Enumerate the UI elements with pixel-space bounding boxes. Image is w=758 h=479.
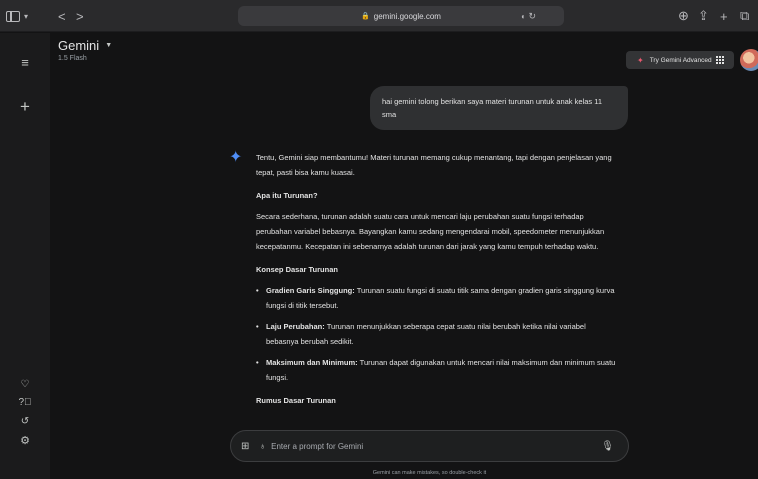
user-message: hai gemini tolong berikan saya materi tu… — [370, 86, 628, 130]
help-icon[interactable]: ?⃝ — [0, 397, 50, 408]
response-heading: Konsep Dasar Turunan — [256, 265, 338, 274]
apps-grid-icon[interactable] — [715, 56, 724, 64]
try-advanced-label: Try Gemini Advanced — [649, 56, 712, 64]
share-icon[interactable]: ⇪ — [698, 0, 709, 32]
browser-toolbar: ▾ < > 🔒 gemini.google.com ◐ ↻ ⊕ ⇪ + ⧉ — [0, 0, 758, 32]
gem-icon[interactable]: ♡ — [0, 379, 50, 390]
microphone-icon[interactable]: 🎙 — [601, 441, 614, 452]
model-label: 1.5 Flash — [58, 55, 87, 62]
list-item: Laju Perubahan: Turunan menunjukkan sebe… — [256, 319, 616, 349]
list-item-term: Gradien Garis Singgung: — [266, 286, 355, 295]
chevron-down-icon: ▼ — [105, 42, 113, 49]
address-bar[interactable]: 🔒 gemini.google.com ◐ ↻ — [238, 6, 564, 26]
tab-overview-button[interactable]: ▾ — [6, 0, 28, 32]
activity-icon[interactable]: ↺ — [0, 416, 50, 427]
list-item-term: Laju Perubahan: — [266, 322, 325, 331]
new-tab-button[interactable]: + — [720, 0, 728, 32]
menu-icon[interactable]: ≡ — [0, 55, 50, 70]
response-paragraph: Secara sederhana, turunan adalah suatu c… — [256, 212, 605, 251]
lock-icon: 🔒 — [361, 13, 370, 20]
avatar[interactable] — [740, 49, 758, 71]
tab-overview-icon[interactable]: ⧉ — [740, 0, 749, 32]
sidebar-toggle-icon — [6, 10, 20, 22]
settings-icon[interactable]: ⚙ — [0, 434, 50, 447]
try-advanced-button[interactable]: ✦ Try Gemini Advanced — [626, 51, 734, 69]
sidebar: ≡ + ♡ ?⃝ ↺ ⚙ — [0, 33, 50, 479]
prompt-input[interactable] — [271, 441, 572, 451]
response-heading: Apa itu Turunan? — [256, 191, 318, 200]
lightbulb-icon[interactable]: ♁ — [259, 441, 266, 451]
downloads-icon[interactable]: ⊕ — [678, 0, 689, 32]
app-title: Gemini — [58, 38, 100, 53]
sparkle-icon: ✦ — [637, 55, 644, 65]
new-chat-icon[interactable]: + — [0, 97, 50, 117]
list-item: Gradien Garis Singgung: Turunan suatu fu… — [256, 283, 616, 313]
privacy-report-icon[interactable]: ◐ — [521, 12, 526, 21]
add-image-icon[interactable]: ⊞ — [241, 441, 249, 452]
reload-icon[interactable]: ↻ — [528, 11, 536, 22]
url-text: gemini.google.com — [373, 11, 441, 21]
response-list: Gradien Garis Singgung: Turunan suatu fu… — [256, 283, 616, 385]
prompt-box: ⊞ ♁ 🎙 — [230, 430, 629, 462]
chevron-down-icon: ▾ — [24, 11, 29, 21]
list-item-term: Maksimum dan Minimum: — [266, 358, 358, 367]
response-heading: Rumus Dasar Turunan — [256, 396, 336, 405]
back-button[interactable]: < — [58, 0, 66, 32]
disclaimer: Gemini can make mistakes, so double-chec… — [372, 470, 487, 476]
response-intro: Tentu, Gemini siap membantumu! Materi tu… — [256, 153, 612, 177]
model-switcher[interactable]: Gemini ▼ — [58, 38, 112, 53]
list-item: Maksimum dan Minimum: Turunan dapat digu… — [256, 355, 616, 385]
gemini-logo-icon: ✦ — [229, 149, 243, 166]
forward-button[interactable]: > — [76, 0, 84, 32]
model-response: Tentu, Gemini siap membantumu! Materi tu… — [256, 150, 616, 420]
